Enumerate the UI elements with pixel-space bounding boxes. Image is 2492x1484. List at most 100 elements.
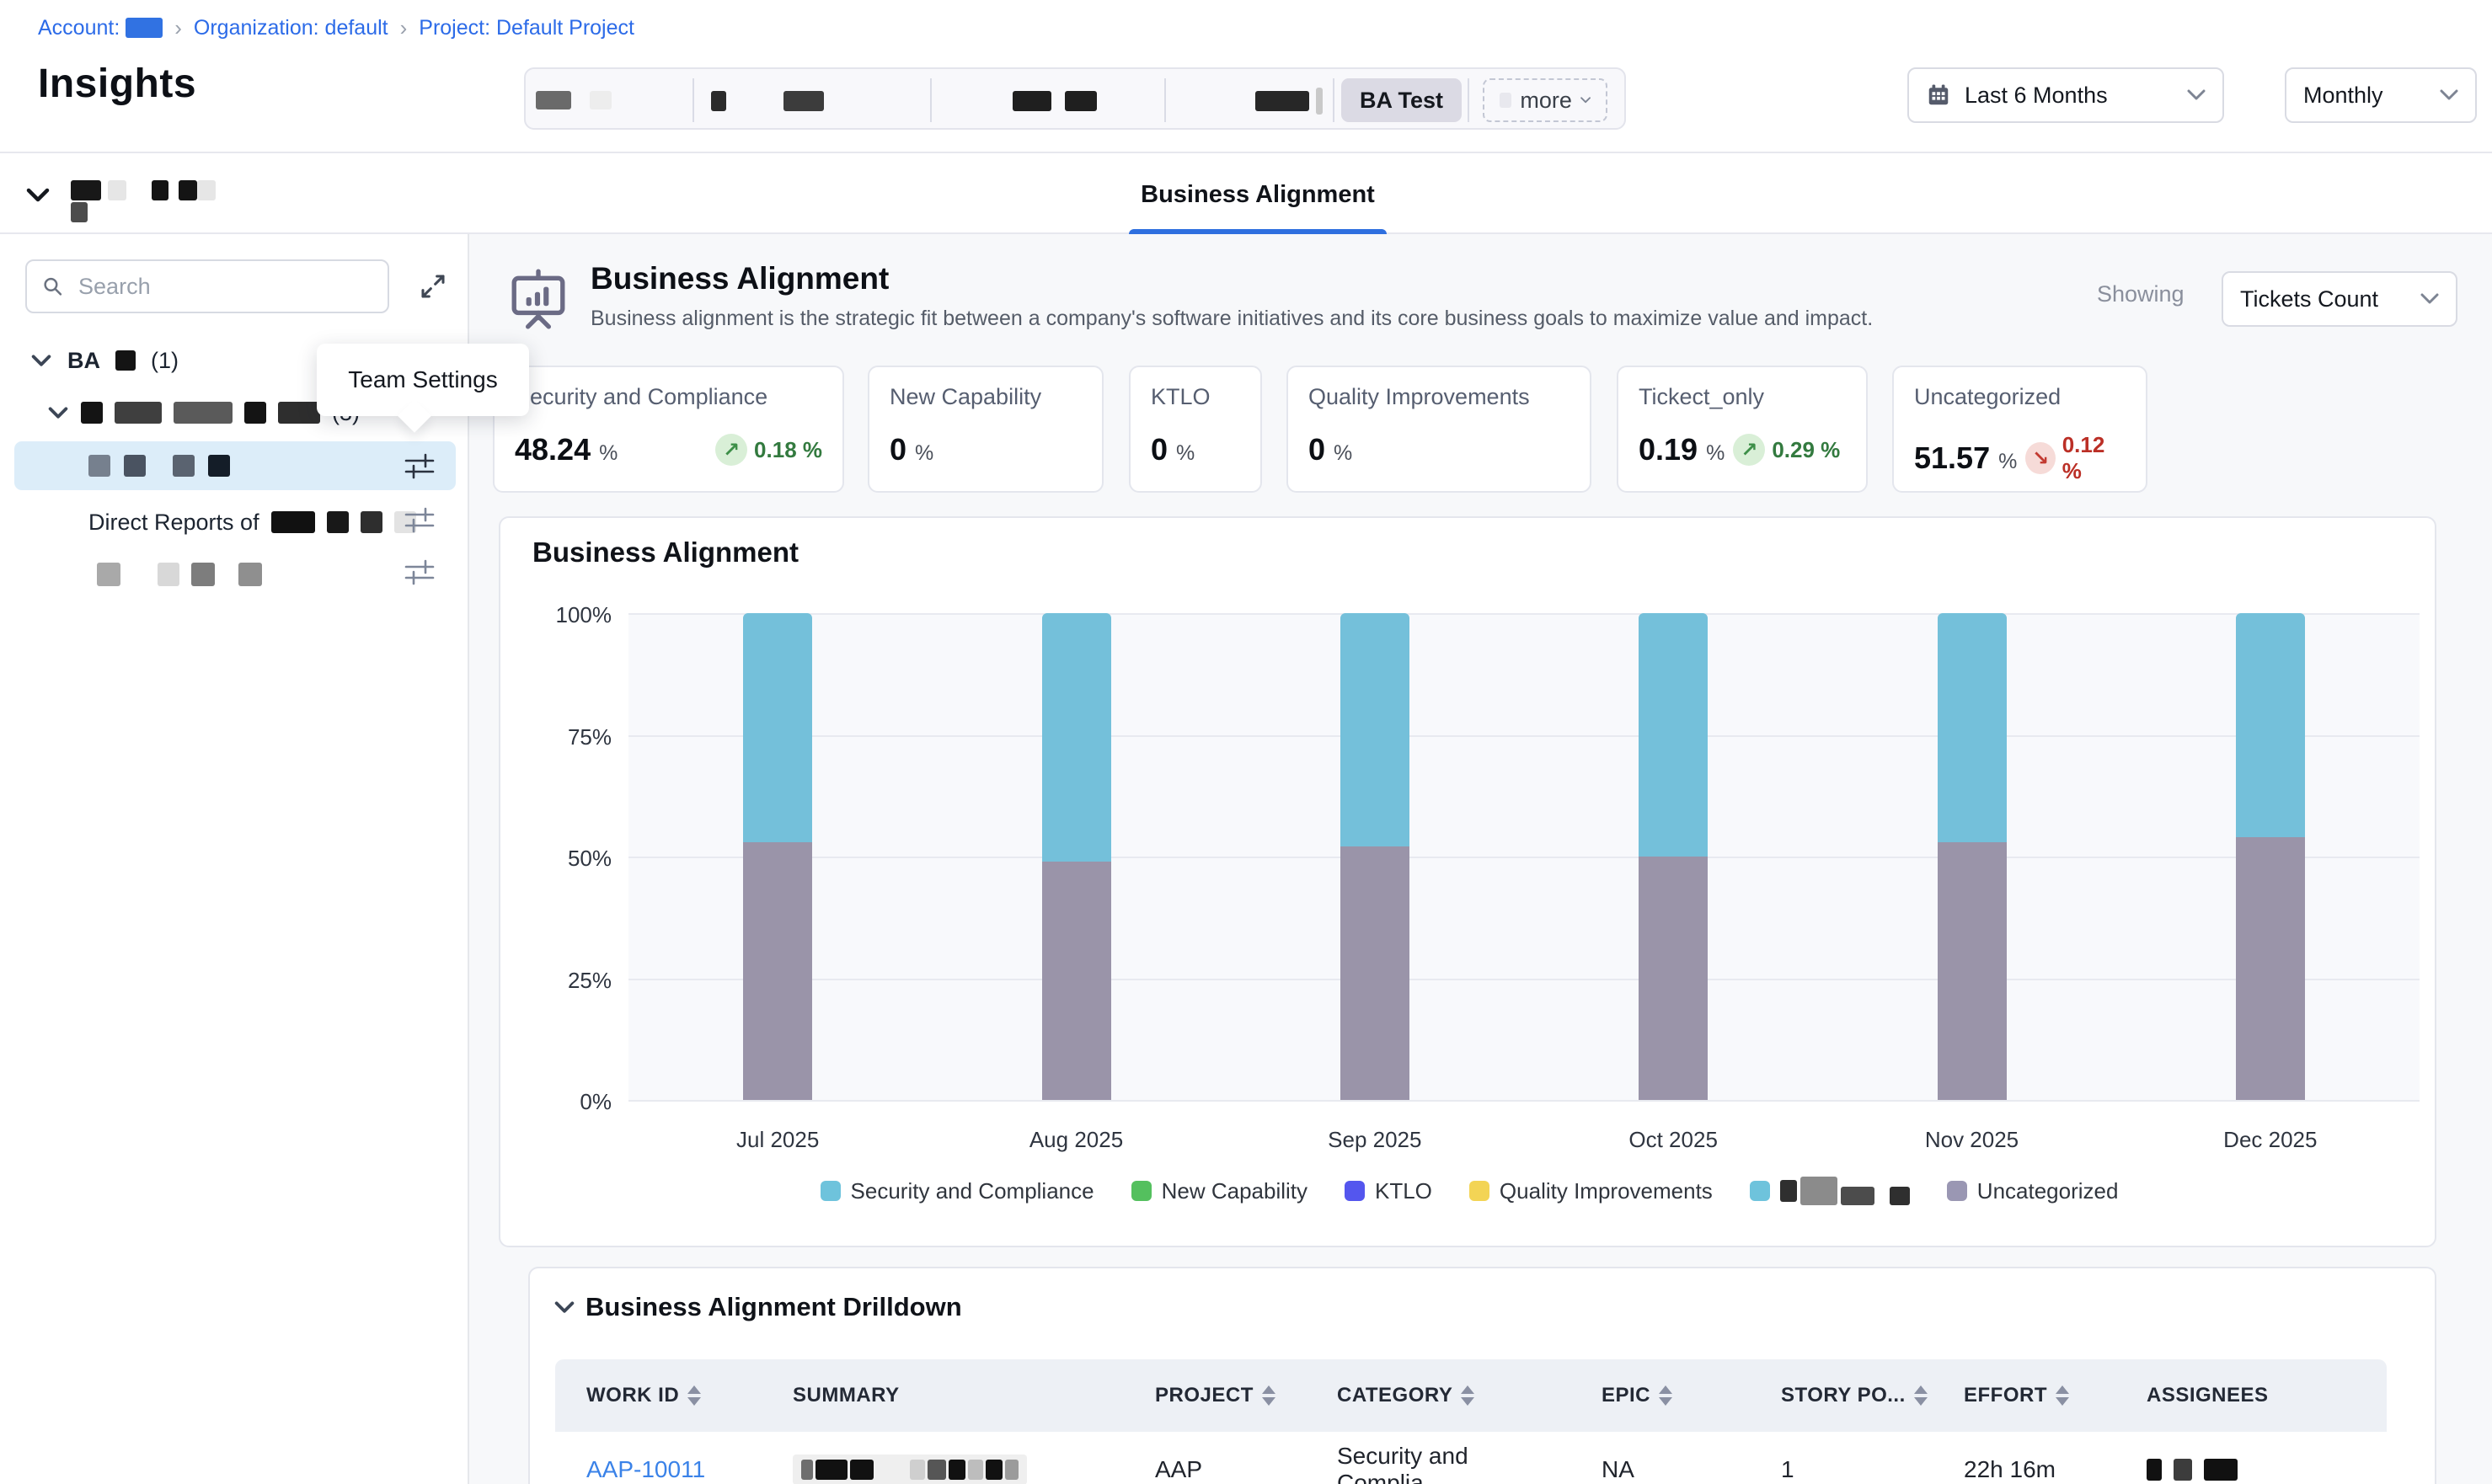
- collapse-section-control[interactable]: [25, 175, 248, 222]
- tree-node-team[interactable]: [97, 556, 262, 593]
- redacted-summary: [793, 1455, 1027, 1484]
- column-header-story-po-[interactable]: STORY PO...: [1750, 1384, 1933, 1407]
- sort-icon[interactable]: [1461, 1385, 1474, 1406]
- redacted-filter-label[interactable]: [783, 91, 824, 111]
- legend-item-redacted[interactable]: [1750, 1177, 1910, 1205]
- breadcrumb-account[interactable]: Account:: [38, 16, 163, 40]
- bar-segment-uncategorized[interactable]: [1042, 862, 1111, 1100]
- team-settings-icon[interactable]: [402, 448, 437, 488]
- bar-segment-uncategorized[interactable]: [2236, 837, 2305, 1100]
- redacted-name: [191, 563, 215, 586]
- epic-cell: NA: [1570, 1456, 1750, 1483]
- chevron-down-icon: [30, 354, 52, 368]
- redacted-section-label: [71, 175, 248, 222]
- stacked-bar-dec-2025[interactable]: [2236, 613, 2305, 1100]
- sort-icon[interactable]: [1914, 1385, 1928, 1406]
- legend-item-uncategorized[interactable]: Uncategorized: [1947, 1178, 2119, 1204]
- legend-label: Uncategorized: [1977, 1178, 2119, 1204]
- team-filter-bar: BA Test more: [524, 67, 1626, 130]
- trend-up-icon: ↗: [715, 434, 747, 466]
- bar-segment-uncategorized[interactable]: [1938, 842, 2007, 1100]
- column-header-work-id[interactable]: WORK ID: [555, 1384, 762, 1407]
- drilldown-table: WORK ID SUMMARY PROJECTCATEGORYEPICSTORY P…: [555, 1359, 2387, 1484]
- tree-node-direct-reports[interactable]: Direct Reports of: [88, 504, 416, 541]
- legend-item-security-and-compliance[interactable]: Security and Compliance: [821, 1178, 1094, 1204]
- expand-sidebar-icon[interactable]: [414, 268, 452, 305]
- bar-segment-security-and-compliance[interactable]: [743, 613, 812, 842]
- sort-icon[interactable]: [2056, 1385, 2069, 1406]
- card-title: New Capability: [890, 384, 1082, 410]
- redacted-filter-label[interactable]: [1255, 91, 1309, 111]
- column-header-project[interactable]: PROJECT: [1124, 1384, 1306, 1407]
- granularity-dropdown[interactable]: Monthly: [2285, 67, 2477, 123]
- redacted-filter-label[interactable]: [536, 91, 571, 109]
- stacked-bar-aug-2025[interactable]: [1042, 613, 1111, 1100]
- redacted-filter-label[interactable]: [1065, 91, 1097, 111]
- stacked-bar-nov-2025[interactable]: [1938, 613, 2007, 1100]
- bar-segment-uncategorized[interactable]: [1639, 857, 1708, 1100]
- bar-segment-uncategorized[interactable]: [743, 842, 812, 1100]
- stacked-bar-oct-2025[interactable]: [1639, 613, 1708, 1100]
- chart-title: Business Alignment: [532, 536, 799, 569]
- x-tick-label: Dec 2025: [2186, 1127, 2355, 1153]
- redacted-tree-label: [115, 350, 136, 371]
- redacted-filter-label[interactable]: [1013, 91, 1051, 111]
- column-header-epic[interactable]: EPIC: [1570, 1384, 1750, 1407]
- bar-segment-security-and-compliance[interactable]: [2236, 613, 2305, 837]
- bar-segment-uncategorized[interactable]: [1340, 846, 1409, 1100]
- card-unit: %: [1998, 450, 2017, 474]
- column-label: SUMMARY: [793, 1384, 900, 1407]
- sort-icon[interactable]: [1262, 1385, 1275, 1406]
- sort-icon[interactable]: [687, 1385, 701, 1406]
- team-chip-ba-test[interactable]: BA Test: [1341, 78, 1462, 122]
- legend-label: Security and Compliance: [851, 1178, 1094, 1204]
- team-settings-icon[interactable]: [402, 554, 437, 594]
- card-title: Security and Compliance: [515, 384, 822, 410]
- sort-icon[interactable]: [1659, 1385, 1672, 1406]
- legend-item-quality-improvements[interactable]: Quality Improvements: [1469, 1178, 1713, 1204]
- metric-card-security-and-compliance[interactable]: Security and Compliance 48.24 % ↗ 0.18 %: [493, 366, 844, 493]
- legend-item-ktlo[interactable]: KTLO: [1345, 1178, 1432, 1204]
- metric-card-new-capability[interactable]: New Capability 0 %: [868, 366, 1104, 493]
- more-teams-button[interactable]: more: [1483, 78, 1607, 122]
- breadcrumb-organization[interactable]: Organization: default: [194, 16, 388, 40]
- stacked-bar-jul-2025[interactable]: [743, 613, 812, 1100]
- redacted-filter-label[interactable]: [711, 91, 726, 111]
- column-header-effort[interactable]: EFFORT: [1933, 1384, 2115, 1407]
- tooltip-text: Team Settings: [348, 366, 497, 393]
- bar-segment-security-and-compliance[interactable]: [1340, 613, 1409, 846]
- card-title: Uncategorized: [1914, 384, 2126, 410]
- legend-item-new-capability[interactable]: New Capability: [1131, 1178, 1307, 1204]
- redacted-more-count: [1500, 93, 1511, 108]
- team-settings-icon[interactable]: [402, 502, 437, 542]
- drilldown-header[interactable]: Business Alignment Drilldown: [553, 1292, 962, 1322]
- stacked-bar-sep-2025[interactable]: [1340, 613, 1409, 1100]
- tree-node-selected-team[interactable]: [14, 441, 456, 490]
- date-range-dropdown[interactable]: Last 6 Months: [1907, 67, 2224, 123]
- redacted-name: [158, 563, 179, 586]
- chevron-down-icon: [1580, 94, 1591, 106]
- chevron-down-icon: [25, 187, 51, 204]
- redacted-tree-label: [278, 402, 320, 424]
- showing-metric-dropdown[interactable]: Tickets Count: [2222, 271, 2457, 327]
- redacted-team-name: [208, 455, 230, 477]
- work-id-link[interactable]: AAP-10011: [586, 1456, 705, 1483]
- metric-card-ktlo[interactable]: KTLO 0 %: [1129, 366, 1262, 493]
- column-header-category[interactable]: CATEGORY: [1306, 1384, 1570, 1407]
- card-unit: %: [915, 441, 933, 466]
- tree-node-ba[interactable]: BA (1): [30, 342, 179, 379]
- metric-card-quality-improvements[interactable]: Quality Improvements 0 %: [1286, 366, 1591, 493]
- breadcrumb-project[interactable]: Project: Default Project: [419, 16, 634, 40]
- bar-segment-security-and-compliance[interactable]: [1639, 613, 1708, 857]
- metric-card-tickect-only[interactable]: Tickect_only 0.19 % ↗ 0.29 %: [1617, 366, 1868, 493]
- tab-business-alignment[interactable]: Business Alignment: [1129, 155, 1387, 234]
- bar-segment-security-and-compliance[interactable]: [1938, 613, 2007, 842]
- metric-card-uncategorized[interactable]: Uncategorized 51.57 % ↘ 0.12 %: [1892, 366, 2147, 493]
- table-row[interactable]: AAP-10011 AAP Security and Complia... NA…: [555, 1432, 2387, 1484]
- bar-segment-security-and-compliance[interactable]: [1042, 613, 1111, 862]
- granularity-value: Monthly: [2303, 83, 2383, 109]
- tree-node-group[interactable]: (3): [47, 394, 360, 431]
- search-input[interactable]: [77, 273, 372, 301]
- chevron-down-icon: [47, 406, 69, 420]
- sidebar-search[interactable]: [25, 259, 389, 313]
